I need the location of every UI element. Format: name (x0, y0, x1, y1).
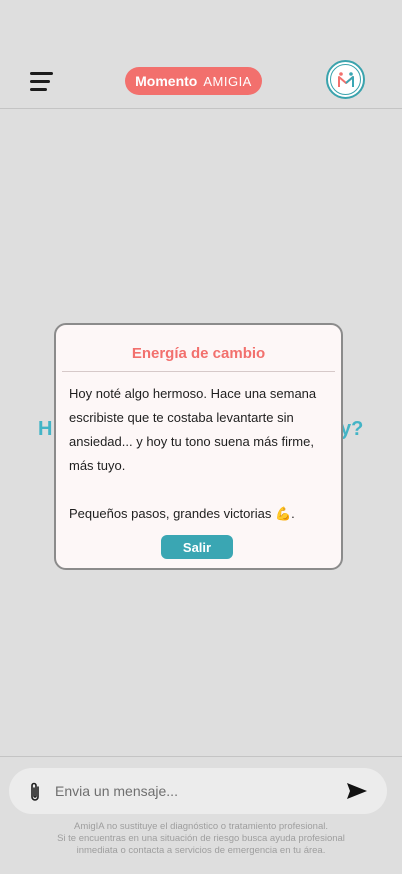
modal-paragraph: Hoy noté algo hermoso. Hace una semana e… (69, 386, 317, 473)
disclaimer-line: AmigIA no sustituye el diagnóstico o tra… (73, 821, 328, 832)
logo-main-text: Momento (135, 73, 198, 89)
footer-divider (0, 756, 402, 757)
insight-modal: Energía de cambio Hoy noté algo hermoso.… (54, 323, 343, 570)
paperclip-icon[interactable] (27, 781, 43, 803)
app-logo: Momento AMIGIA (125, 67, 262, 95)
modal-divider (62, 371, 335, 372)
send-icon[interactable] (346, 782, 368, 800)
disclaimer-line: Si te encuentras en una situación de rie… (57, 833, 345, 844)
modal-body: Hoy noté algo hermoso. Hace una semana e… (69, 382, 331, 526)
menu-icon[interactable] (30, 72, 54, 92)
modal-title: Energía de cambio (131, 345, 266, 362)
greeting-right: y? (340, 418, 364, 440)
message-composer (9, 768, 387, 814)
modal-paragraph: Pequeños pasos, grandes victorias 💪. (69, 506, 295, 521)
exit-button[interactable]: Salir (161, 535, 233, 559)
logo-brand-text: AMIGIA (203, 73, 252, 89)
profile-avatar-button[interactable] (326, 60, 365, 99)
message-input[interactable] (55, 777, 335, 805)
greeting-left: H (38, 418, 53, 440)
app-header: Momento AMIGIA (0, 0, 402, 109)
disclaimer-line: inmediata o contacta a servicios de emer… (76, 845, 326, 856)
disclaimer-text: AmigIA no sustituye el diagnóstico o tra… (0, 821, 402, 857)
avatar-logo-icon (330, 64, 361, 95)
